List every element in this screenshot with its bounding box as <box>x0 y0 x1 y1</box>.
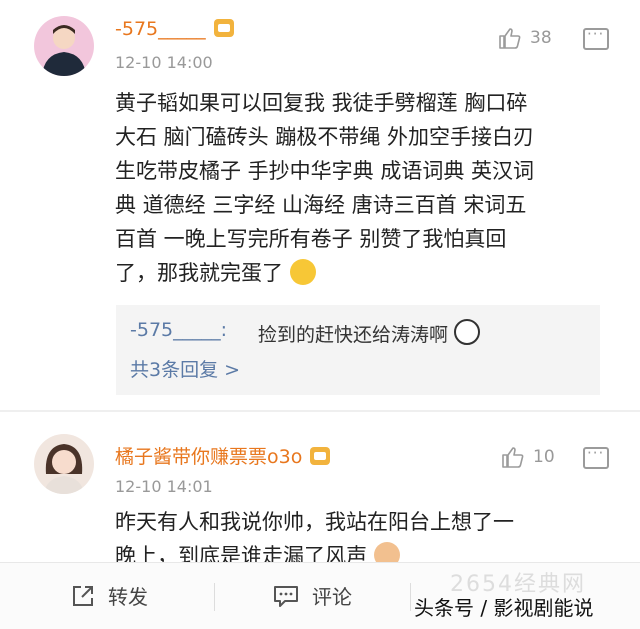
like-count: 10 <box>533 447 555 467</box>
comment-time: 12-10 14:01 <box>115 477 213 496</box>
comment-button[interactable]: 评论 <box>272 581 352 610</box>
comment-line: 大石 脑门磕砖头 蹦极不带绳 外加空手接白刃 <box>115 125 535 149</box>
reply-text-content: 捡到的赶快还给涛涛啊 <box>258 324 449 346</box>
comment-label: 评论 <box>312 585 352 609</box>
comment-username[interactable]: -575_____ <box>115 18 234 40</box>
panda-emoji-icon <box>454 319 481 345</box>
toolbar-divider <box>214 583 215 611</box>
comment-line: 百首 一晚上写完所有卷子 别赞了我怕真回 <box>115 227 507 251</box>
comment-line: 生吃带皮橘子 手抄中华字典 成语词典 英汉词 <box>115 159 535 183</box>
toolbar-divider <box>410 583 411 611</box>
repost-label: 转发 <box>108 585 148 609</box>
user-avatar[interactable] <box>34 434 94 494</box>
comment-username[interactable]: 橘子酱带你赚票票o3o <box>115 442 331 469</box>
vip-crown-icon <box>213 19 234 37</box>
comment-icon <box>274 585 298 607</box>
reply-username[interactable]: -575_____: <box>130 319 227 341</box>
repost-button[interactable]: 转发 <box>70 581 148 610</box>
vip-crown-icon <box>310 447 331 465</box>
comment-line: 黄子韬如果可以回复我 我徒手劈榴莲 胸口碎 <box>115 91 528 115</box>
comment-line: 昨天有人和我说你帅，我站在阳台上想了一 <box>115 510 514 534</box>
person-avatar-icon <box>42 25 86 76</box>
like-button[interactable]: 10 <box>501 446 555 468</box>
source-watermark: 头条号 / 影视剧能说 <box>414 596 594 620</box>
comment-text: 黄子韬如果可以回复我 我徒手劈榴莲 胸口碎 大石 脑门磕砖头 蹦极不带绳 外加空… <box>115 86 605 290</box>
share-icon <box>73 585 93 606</box>
reply-preview-box[interactable]: -575_____: 捡到的赶快还给涛涛啊 共3条回复 > <box>116 305 600 395</box>
comment-1: -575_____ 12-10 14:00 38 黄子韬如果可以回复我 我徒手劈… <box>0 0 640 410</box>
reply-comment-icon[interactable] <box>583 444 609 469</box>
reply-text: 捡到的赶快还给涛涛啊 <box>258 319 481 347</box>
user-avatar[interactable] <box>34 16 94 76</box>
thumbs-up-icon <box>499 28 521 49</box>
username-text: 橘子酱带你赚票票o3o <box>115 446 303 468</box>
comment-line: 了，那我就完蛋了 <box>115 261 283 285</box>
reply-comment-icon[interactable] <box>583 25 609 50</box>
thumbs-up-icon <box>502 447 524 468</box>
comment-2: 橘子酱带你赚票票o3o 12-10 14:01 10 昨天有人和我说你帅，我站在… <box>0 410 640 568</box>
comment-line-last: 了，那我就完蛋了 <box>115 256 605 290</box>
person-avatar-icon <box>44 444 84 494</box>
more-replies-link[interactable]: 共3条回复 > <box>130 355 240 382</box>
username-text: -575_____ <box>115 18 206 40</box>
comment-line: 典 道德经 三字经 山海经 唐诗三百首 宋词五 <box>115 193 527 217</box>
like-button[interactable]: 38 <box>498 27 552 49</box>
laughing-crying-emoji-icon <box>289 259 316 285</box>
comment-time: 12-10 14:00 <box>115 53 213 72</box>
like-count: 38 <box>530 28 552 48</box>
